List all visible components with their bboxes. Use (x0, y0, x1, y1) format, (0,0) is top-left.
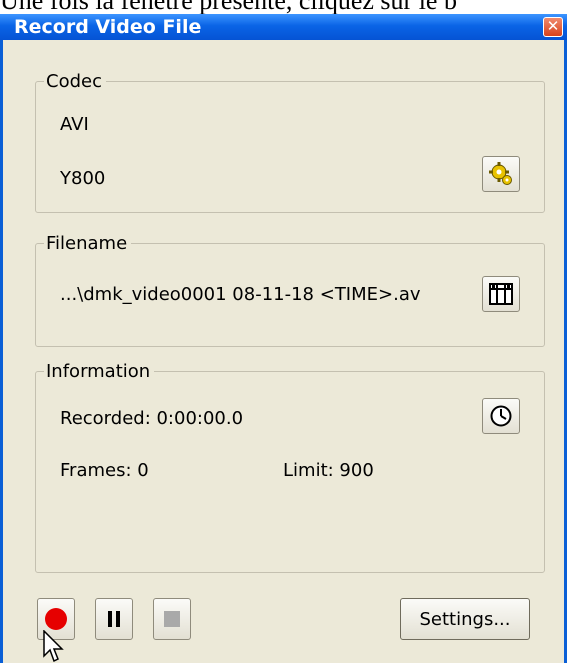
codec-container-value: AVI (60, 114, 89, 135)
browse-file-button[interactable] (482, 276, 520, 312)
close-button[interactable]: ✕ (543, 17, 563, 37)
codec-properties-button[interactable] (482, 156, 520, 192)
film-frames-icon (489, 283, 513, 305)
filename-legend: Filename (46, 233, 128, 254)
pause-icon (108, 611, 120, 627)
mouse-pointer-icon (43, 630, 64, 663)
gear-icon (489, 162, 512, 185)
clock-icon (490, 405, 512, 427)
codec-format-value: Y800 (60, 168, 106, 189)
record-video-file-window: Record Video File ✕ Codec AVI Y800 Filen… (0, 14, 567, 663)
codec-legend: Codec (46, 71, 102, 92)
information-legend: Information (46, 361, 151, 382)
document-caption: Une fois la fenêtre présente, cliquez su… (0, 0, 567, 14)
pause-button[interactable] (95, 598, 133, 640)
frames-count: Frames: 0 (60, 460, 149, 481)
settings-button[interactable]: Settings... (400, 598, 530, 640)
title-bar[interactable]: Record Video File ✕ (0, 14, 567, 40)
record-icon (45, 608, 67, 630)
filename-path: ...\dmk_video0001 08-11-18 <TIME>.av (60, 284, 421, 305)
recorded-time: Recorded: 0:00:00.0 (60, 408, 244, 429)
stop-button[interactable] (153, 598, 191, 640)
timer-button[interactable] (482, 398, 520, 434)
stop-icon (164, 611, 180, 627)
close-icon: ✕ (546, 17, 560, 35)
window-title: Record Video File (14, 16, 202, 38)
frame-limit: Limit: 900 (283, 460, 374, 481)
codec-group: Codec (35, 71, 545, 213)
